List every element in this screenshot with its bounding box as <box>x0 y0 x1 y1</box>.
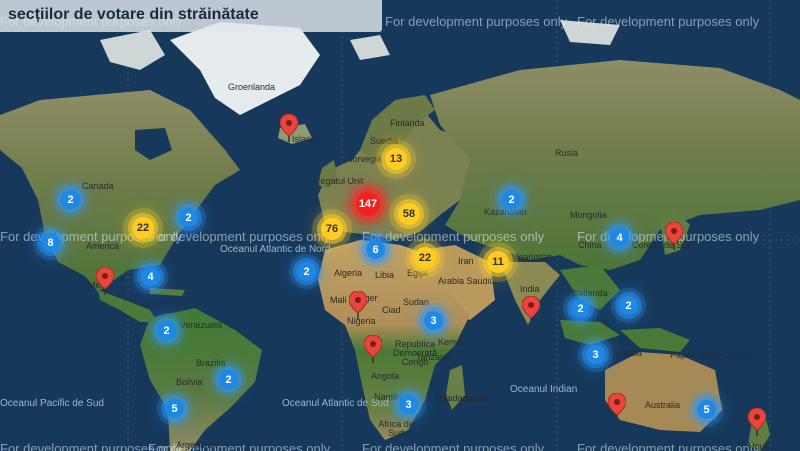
label-canada: Canada <box>82 181 114 191</box>
cluster-venezuela[interactable]: 2 <box>157 321 176 340</box>
pin-japan[interactable] <box>665 222 683 250</box>
label-afghanistan: Afganistan <box>510 252 553 262</box>
label-greenland: Groenlanda <box>228 82 276 92</box>
pin-mexico[interactable] <box>96 267 114 295</box>
label-finland: Finlanda <box>390 118 425 128</box>
label-australia: Australia <box>645 400 681 410</box>
label-thailand: Thailanda <box>568 288 608 298</box>
pin-india[interactable] <box>522 296 540 324</box>
page-title: secțiilor de votare din străinătate <box>8 6 259 23</box>
cluster-central-europe[interactable]: 147 <box>356 192 380 216</box>
label-angola: Angola <box>371 371 400 381</box>
label-mali: Mali <box>330 295 347 305</box>
label-libya: Libia <box>375 270 395 280</box>
label-chad: Ciad <box>382 305 401 315</box>
label-indonesia: Indonezia <box>603 348 643 358</box>
cluster-china[interactable]: 4 <box>610 228 629 247</box>
label-kazakhstan: Kazahstan <box>484 207 527 217</box>
label-south-africa: Africa de Sud <box>378 419 414 438</box>
cluster-kazakhstan[interactable]: 2 <box>502 190 521 209</box>
cluster-south-america[interactable]: 5 <box>165 399 184 418</box>
cluster-western-europe[interactable]: 76 <box>321 218 343 240</box>
pin-iceland[interactable] <box>280 114 298 142</box>
cluster-southern-africa[interactable]: 3 <box>399 395 418 414</box>
label-tanzania: Tanzania <box>416 352 453 362</box>
cluster-eastern-europe[interactable]: 58 <box>398 203 420 225</box>
pin-nigeria[interactable] <box>349 291 367 319</box>
label-atlantic-south: Oceanul Atlantic de Sud <box>282 398 389 409</box>
cluster-us-west[interactable]: 8 <box>41 233 60 252</box>
cluster-canada-west[interactable]: 2 <box>61 190 80 209</box>
cluster-north-africa[interactable]: 2 <box>297 262 316 281</box>
label-china: China <box>578 240 602 250</box>
cluster-scandinavia[interactable]: 13 <box>385 148 407 170</box>
label-usa: America <box>86 241 120 251</box>
label-iran: Iran <box>458 256 474 266</box>
label-mongolia: Mongolia <box>570 210 607 220</box>
label-atlantic-north: Oceanul Atlantic de Nord <box>220 244 331 255</box>
cluster-canada-east[interactable]: 2 <box>179 208 198 227</box>
label-venezuela: Venezuela <box>180 320 223 330</box>
label-pacific: Oceanul Pacific de Sud <box>0 398 104 409</box>
cluster-central-asia[interactable]: 11 <box>487 251 509 273</box>
label-algeria: Algeria <box>334 268 363 278</box>
title-panel: secțiilor de votare din străinătate <box>0 0 382 32</box>
label-madagascar: Madagascar <box>440 393 490 403</box>
label-png: Papua Noua Guinee <box>670 350 752 360</box>
label-india: India <box>520 284 540 294</box>
label-sudan: Sudan <box>403 297 430 307</box>
pin-angola[interactable] <box>364 335 382 363</box>
map-canvas[interactable]: For development purposes only For develo… <box>0 0 800 451</box>
label-egypt: Egipt <box>407 268 428 278</box>
label-indian: Oceanul Indian <box>510 384 578 395</box>
pin-new-zealand[interactable] <box>748 408 766 436</box>
cluster-east-africa[interactable]: 3 <box>424 311 443 330</box>
cluster-us-southeast[interactable]: 4 <box>141 267 160 286</box>
label-argentina: Argentina <box>176 440 215 450</box>
label-noua: Noua <box>748 441 770 451</box>
label-brazil: Brazilia <box>196 358 226 368</box>
cluster-southeast-asia[interactable]: 2 <box>571 299 590 318</box>
cluster-brazil[interactable]: 2 <box>219 370 238 389</box>
cluster-us-central[interactable]: 22 <box>132 217 154 239</box>
label-korea: Coreea de Sud <box>632 240 693 250</box>
label-russia: Rusia <box>555 148 579 158</box>
cluster-philippines[interactable]: 2 <box>619 296 638 315</box>
cluster-middle-east[interactable]: 22 <box>414 247 436 269</box>
label-uk: Regatul Unit <box>314 176 364 186</box>
label-sweden: Suedia <box>370 136 399 146</box>
label-bolivia: Bolivia <box>176 377 203 387</box>
pin-australia-west[interactable] <box>608 393 626 421</box>
label-norway: Norvegia <box>346 154 383 164</box>
label-saudi: Arabia Saudită <box>438 276 498 286</box>
cluster-indonesia[interactable]: 3 <box>586 345 605 364</box>
cluster-mediterranean[interactable]: 6 <box>366 240 385 259</box>
cluster-australia[interactable]: 5 <box>697 400 716 419</box>
